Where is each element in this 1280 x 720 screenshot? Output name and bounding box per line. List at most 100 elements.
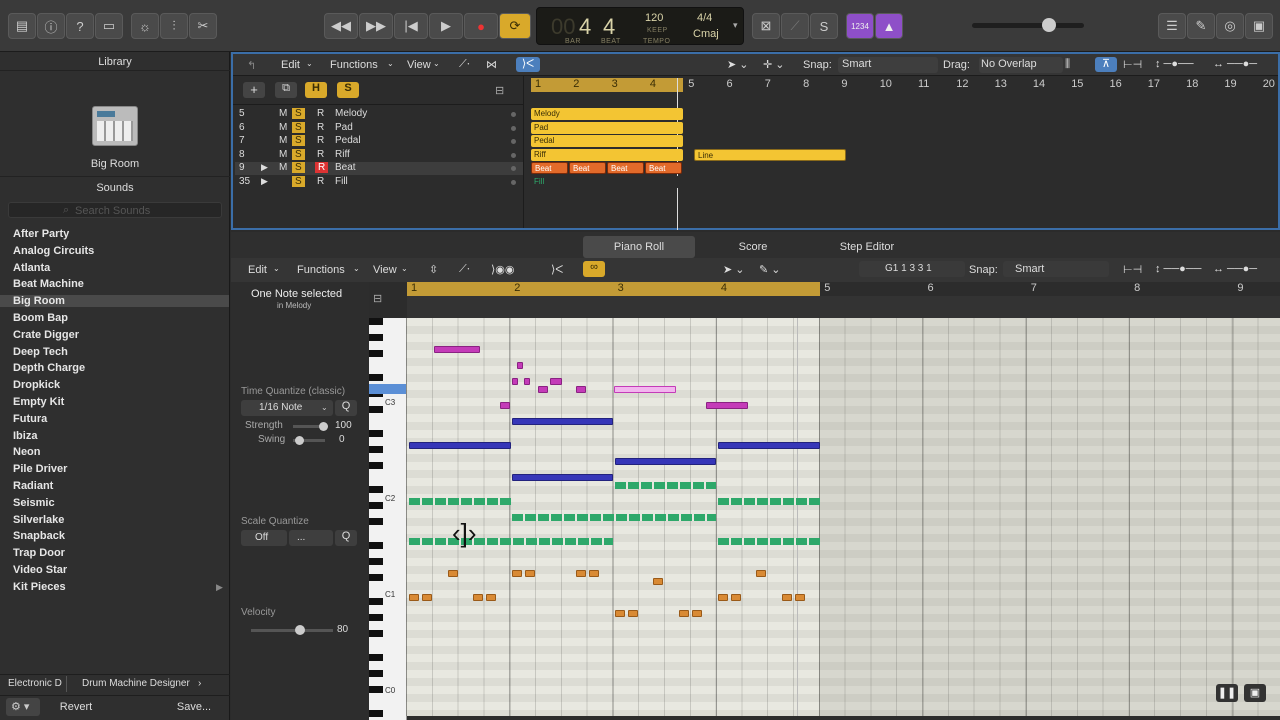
region-melody[interactable]: Melody [531, 108, 683, 120]
link-icon[interactable]: ∞ [583, 261, 605, 277]
cycle-region[interactable] [531, 78, 683, 92]
hide-button[interactable]: H [305, 82, 327, 98]
region-riff[interactable]: Riff [531, 149, 683, 161]
chevron-down-icon[interactable]: ▾ [733, 20, 738, 31]
search-input[interactable]: ⌕ Search Sounds [8, 202, 222, 218]
midi-note[interactable] [538, 386, 548, 393]
region-pad[interactable]: Pad [531, 122, 683, 134]
midi-note-group[interactable] [409, 498, 511, 505]
record-enable-button[interactable]: R [317, 149, 324, 160]
tab-step-editor[interactable]: Step Editor [811, 236, 923, 258]
collapse-icon[interactable]: ⇳ [429, 263, 438, 276]
position-display[interactable]: G1 1 3 3 1 [859, 261, 965, 277]
midi-note[interactable] [615, 458, 716, 465]
horizontal-zoom-slider[interactable]: ↔ ──●─ [1213, 58, 1257, 70]
velocity-slider[interactable] [251, 625, 333, 635]
tracks-snap-select[interactable]: Smart [838, 57, 938, 73]
sound-list-item[interactable]: Video Star [13, 564, 67, 576]
midi-note[interactable] [448, 570, 458, 577]
midi-note[interactable] [525, 570, 535, 577]
midi-note[interactable] [692, 610, 702, 617]
track-row[interactable]: 9 M S R Beat ▶ [235, 162, 523, 176]
solo-button[interactable]: S [292, 176, 305, 187]
breadcrumb-right[interactable]: Drum Machine Designer [82, 678, 190, 689]
record-enable-button[interactable]: R [317, 135, 324, 146]
fast-forward-icon[interactable]: ▶▶ [359, 13, 393, 39]
midi-note-group[interactable] [718, 538, 820, 545]
scale-quantize-select[interactable]: Off [241, 530, 287, 546]
sound-list-item[interactable]: Beat Machine [13, 278, 84, 290]
sound-list-item[interactable]: Atlanta [13, 262, 50, 274]
waveform-zoom-icon[interactable]: ⫼ [1065, 58, 1070, 71]
automation-icon[interactable]: ⟋⋅ [459, 263, 470, 276]
midi-note[interactable] [434, 346, 480, 353]
pause-icon[interactable]: ❚❚ [1216, 684, 1238, 702]
midi-note[interactable] [473, 594, 483, 601]
sound-list-item[interactable]: Ibiza [13, 430, 37, 442]
region-beat[interactable]: Beat [607, 162, 644, 174]
sound-list-item[interactable]: Crate Digger [13, 329, 79, 341]
region-beat[interactable]: Beat [645, 162, 682, 174]
metronome-icon[interactable]: ▲ [875, 13, 903, 39]
midi-note[interactable] [653, 578, 663, 585]
midi-note[interactable] [486, 594, 496, 601]
solo-button[interactable]: S [292, 121, 305, 133]
sound-list-item[interactable]: Deep Tech [13, 346, 68, 358]
mixer-icon[interactable]: ⫶ [160, 13, 188, 39]
editor-cycle-region[interactable] [407, 282, 820, 296]
horizontal-zoom-slider[interactable]: ↔ ──●─ [1213, 263, 1257, 275]
midi-note-group[interactable] [409, 538, 613, 545]
picture-in-picture-icon[interactable]: ▣ [1244, 684, 1266, 702]
save-button[interactable]: Save... [164, 698, 224, 716]
track-row[interactable]: 8 M S R Riff [235, 148, 523, 162]
tab-piano-roll[interactable]: Piano Roll [583, 236, 695, 258]
strength-slider[interactable] [293, 422, 328, 431]
count-in-button[interactable]: 1234 [846, 13, 874, 39]
solo-button[interactable]: S [292, 135, 305, 147]
sound-list-item[interactable]: Trap Door [13, 547, 65, 559]
master-volume-slider[interactable] [972, 18, 1084, 32]
midi-note[interactable] [589, 570, 599, 577]
pointer-tool-icon[interactable]: ➤ ⌄ [723, 263, 745, 276]
midi-note[interactable] [731, 594, 741, 601]
solo-button[interactable]: S [292, 148, 305, 160]
tab-score[interactable]: Score [697, 236, 809, 258]
vertical-zoom-slider[interactable]: ↕ ─●── [1155, 58, 1194, 70]
mute-button[interactable]: M [279, 108, 287, 119]
midi-note[interactable] [706, 402, 748, 409]
chevron-right-icon[interactable]: › [198, 678, 201, 689]
midi-note[interactable] [409, 594, 419, 601]
piano-keyboard[interactable]: C3 C2 C1 C0 [369, 318, 407, 720]
replace-icon[interactable]: ⊠ [752, 13, 780, 39]
midi-note[interactable] [422, 594, 432, 601]
scale-type-select[interactable]: ... [289, 530, 333, 546]
midi-note[interactable] [512, 418, 613, 425]
editor-functions-menu[interactable]: Functions [297, 264, 345, 276]
midi-note[interactable] [718, 442, 820, 449]
record-icon[interactable]: ● [464, 13, 498, 39]
tracks-edit-menu[interactable]: Edit [281, 59, 300, 71]
midi-in-icon[interactable]: ⟩◉◉ [491, 263, 515, 276]
midi-note[interactable] [576, 386, 586, 393]
mute-button[interactable]: M [279, 149, 287, 160]
region-beat[interactable]: Beat [531, 162, 568, 174]
vertical-zoom-icon[interactable]: ⊼ [1095, 57, 1117, 72]
record-enable-button[interactable]: R [317, 122, 324, 133]
sound-list-item[interactable]: Futura [13, 413, 47, 425]
editors-icon[interactable]: ✂ [189, 13, 217, 39]
midi-note[interactable] [512, 474, 613, 481]
midi-note[interactable] [512, 570, 522, 577]
mute-button[interactable]: M [279, 162, 287, 173]
midi-note-group[interactable] [718, 498, 820, 505]
swing-slider[interactable] [293, 436, 325, 445]
track-folder-icon[interactable]: ⧉ [275, 82, 297, 98]
midi-note[interactable] [550, 378, 562, 385]
region-line[interactable]: Line [694, 149, 846, 161]
midi-note-selected[interactable] [614, 386, 676, 393]
piano-roll-grid[interactable]: ‹]› ❚❚ ▣ [406, 318, 1280, 716]
sound-list-item[interactable]: Radiant [13, 480, 53, 492]
region-fill[interactable]: Fill [531, 176, 683, 188]
disclosure-icon[interactable]: ▶ [261, 176, 268, 187]
midi-note[interactable] [679, 610, 689, 617]
editor-edit-menu[interactable]: Edit [248, 264, 267, 276]
